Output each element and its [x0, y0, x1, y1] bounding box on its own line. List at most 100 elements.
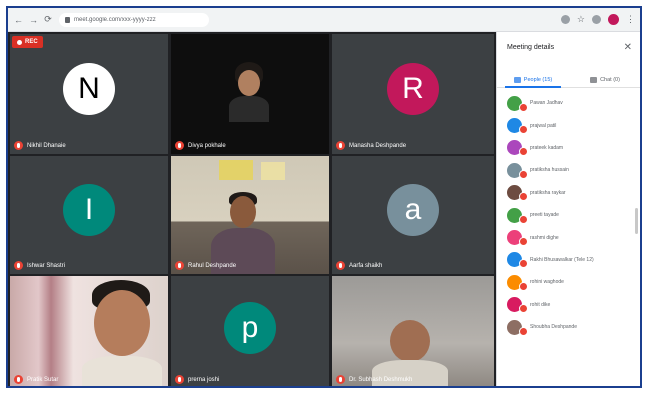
participant-list-item[interactable]: pratiksha hussain [497, 159, 640, 181]
participant-list-item[interactable]: Rakhi Bhusawalkar (Tele 12) [497, 249, 640, 271]
more-menu-icon[interactable]: ⋮ [626, 14, 635, 25]
participant-tile[interactable]: Rahul Deshpande [171, 156, 329, 274]
participant-list-item[interactable]: rohini waghode [497, 271, 640, 293]
address-url: meet.google.com/xxx-yyyy-zzz [74, 16, 156, 23]
participant-list-item[interactable]: prajwal patil [497, 114, 640, 136]
participant-tile[interactable]: p prerna joshi [171, 276, 329, 386]
participant-list-item[interactable]: pratiksha raykar [497, 182, 640, 204]
participant-name: Manasha Deshpande [349, 142, 407, 149]
recording-label: REC [25, 39, 38, 45]
meeting-stage: REC N Nikhil Dhanaie Divya pokhale R Man… [8, 32, 496, 386]
participant-avatar [507, 230, 528, 247]
participant-avatar: a [387, 184, 439, 237]
participant-avatar [507, 140, 528, 157]
mic-off-icon [175, 375, 184, 384]
people-list-scrollbar[interactable] [635, 208, 638, 234]
mic-off-icon [519, 102, 528, 112]
participant-list-item[interactable]: prateek kadam [497, 137, 640, 159]
participant-list-name: preeti tayade [530, 212, 559, 219]
mic-off-icon [519, 192, 528, 202]
participant-avatar [507, 319, 528, 336]
reload-icon[interactable]: ⟳ [44, 14, 52, 25]
tile-label: Pratik Sutar [14, 375, 58, 384]
tile-label: Ishwar Shastri [14, 261, 65, 270]
participant-avatar [507, 274, 528, 291]
mic-off-icon [519, 259, 528, 269]
participant-list-item[interactable]: Shoubha Deshpande [497, 316, 640, 338]
wall-poster [261, 162, 285, 180]
tab-people-label: People (15) [523, 76, 553, 83]
participant-tile[interactable]: a Aarfa shaikh [332, 156, 494, 274]
wall-poster [219, 160, 253, 180]
participant-list-name: prajwal patil [530, 122, 557, 129]
participant-list-name: rohini waghode [530, 279, 564, 286]
participant-avatar [507, 118, 528, 135]
participant-list-name: pratiksha hussain [530, 167, 569, 174]
participant-list-item[interactable]: rohit dike [497, 294, 640, 316]
participant-list-item[interactable]: Pawan Jadhav [497, 92, 640, 114]
extension-icon[interactable] [560, 15, 570, 24]
participant-avatar: R [387, 63, 439, 116]
mic-off-icon [519, 214, 528, 224]
participant-list-name: rohit dike [530, 301, 551, 308]
mic-off-icon [519, 147, 528, 157]
participant-tile[interactable]: N Nikhil Dhanaie [10, 34, 168, 154]
participant-tile[interactable]: R Manasha Deshpande [332, 34, 494, 154]
people-list: Pawan Jadhav prajwal patil prateek kadam pr… [497, 92, 640, 386]
participant-list-name: Rakhi Bhusawalkar (Tele 12) [530, 256, 594, 263]
panel-title: Meeting details [507, 44, 555, 51]
recording-badge: REC [12, 36, 43, 48]
mic-off-icon [175, 261, 184, 270]
panel-tabs: People (15) Chat (0) [497, 72, 640, 88]
tile-label: Rahul Deshpande [175, 261, 236, 270]
participant-avatar: p [224, 301, 276, 354]
forward-icon[interactable]: → [29, 15, 38, 25]
mic-off-icon [519, 281, 528, 291]
screenshot-frame: ← → ⟳ meet.google.com/xxx-yyyy-zzz ☆ ⋮ R… [6, 6, 642, 388]
mic-off-icon [336, 141, 345, 150]
participant-list-name: Pawan Jadhav [530, 100, 563, 107]
participant-name: Nikhil Dhanaie [27, 142, 66, 149]
participant-list-item[interactable]: preeti tayade [497, 204, 640, 226]
people-icon [513, 76, 521, 83]
address-bar[interactable]: meet.google.com/xxx-yyyy-zzz [59, 12, 209, 27]
chat-icon [590, 76, 598, 83]
participant-avatar [507, 252, 528, 269]
mic-off-icon [14, 375, 23, 384]
participant-list-item[interactable]: rashmi dighe [497, 226, 640, 248]
participant-name: Dr. Subhash Deshmukh [349, 376, 413, 383]
participant-tile[interactable]: Dr. Subhash Deshmukh [332, 276, 494, 386]
tile-label: Nikhil Dhanaie [14, 141, 66, 150]
participant-name: Pratik Sutar [27, 376, 59, 383]
participant-avatar: I [63, 184, 115, 237]
participant-tile[interactable]: Pratik Sutar [10, 276, 168, 386]
participant-avatar [507, 162, 528, 179]
profile-avatar[interactable] [608, 14, 619, 25]
cast-icon[interactable] [592, 15, 601, 24]
meeting-details-panel: Meeting details ✕ People (15) Chat (0) P… [496, 32, 640, 386]
participant-list-name: rashmi dighe [530, 234, 559, 241]
participant-tile[interactable]: Divya pokhale [171, 34, 329, 154]
tab-chat[interactable]: Chat (0) [569, 72, 640, 87]
record-dot-icon [17, 39, 22, 45]
mic-off-icon [14, 261, 23, 270]
bookmark-star-icon[interactable]: ☆ [577, 14, 585, 25]
participant-list-name: pratiksha raykar [530, 189, 566, 196]
tile-label: Manasha Deshpande [336, 141, 406, 150]
participant-avatar [507, 297, 528, 314]
mic-off-icon [175, 141, 184, 150]
close-icon[interactable]: ✕ [624, 42, 632, 53]
mic-off-icon [519, 326, 528, 336]
tab-chat-label: Chat (0) [600, 76, 620, 83]
back-icon[interactable]: ← [14, 15, 23, 25]
participant-avatar: N [63, 63, 115, 116]
mic-off-icon [519, 237, 528, 247]
participant-name: Ishwar Shastri [27, 262, 66, 269]
participant-tile[interactable]: I Ishwar Shastri [10, 156, 168, 274]
participant-name: prerna joshi [188, 376, 220, 383]
tab-people[interactable]: People (15) [497, 72, 569, 88]
participant-video [82, 280, 162, 386]
participant-list-name: prateek kadam [530, 144, 564, 151]
tile-label: Aarfa shaikh [336, 261, 382, 270]
mic-off-icon [14, 141, 23, 150]
